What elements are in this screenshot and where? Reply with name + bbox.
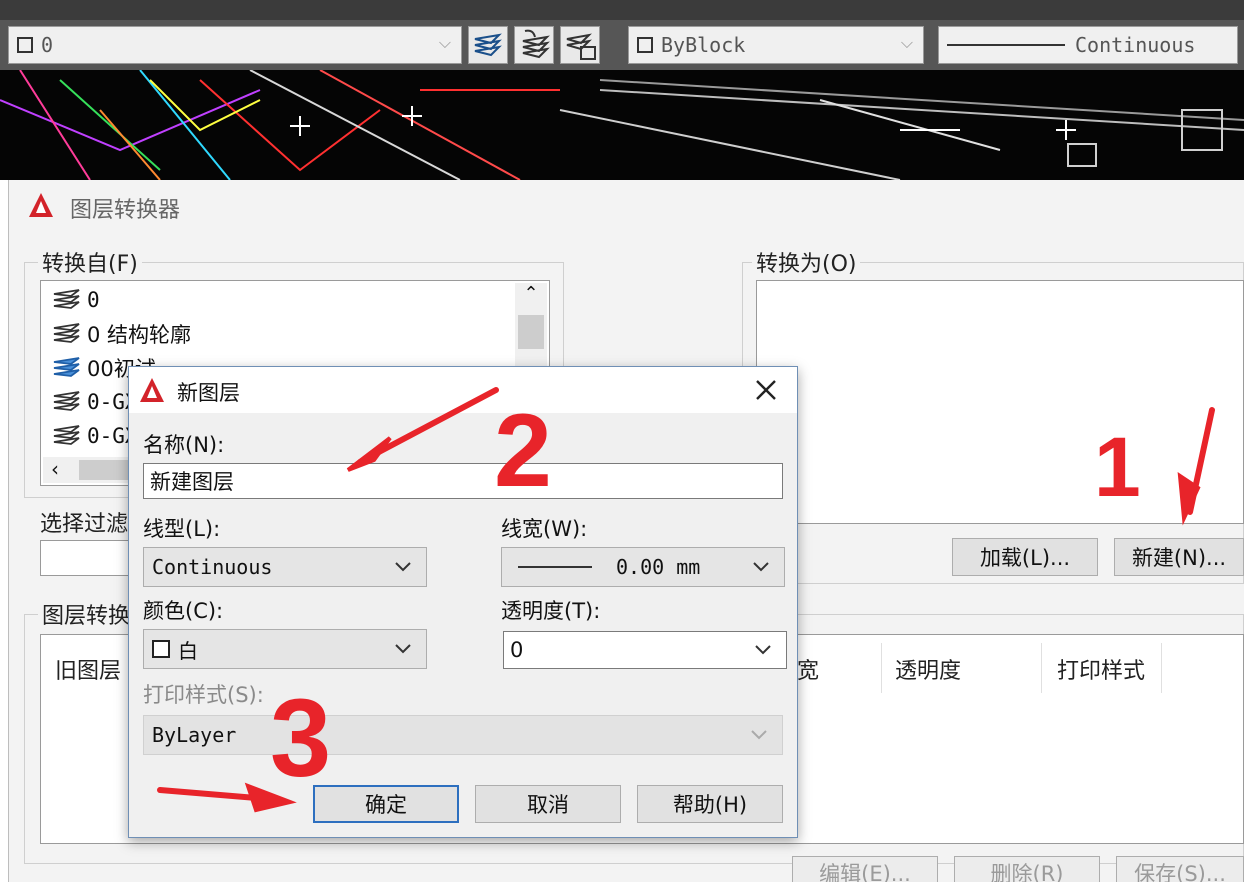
arrowhead — [346, 436, 392, 472]
annotation-3: 3 — [270, 677, 331, 800]
annotation-1: 1 — [1094, 420, 1141, 514]
annotation-2: 2 — [494, 393, 552, 509]
tutorial-annotations: 1 2 3 — [157, 387, 1215, 813]
